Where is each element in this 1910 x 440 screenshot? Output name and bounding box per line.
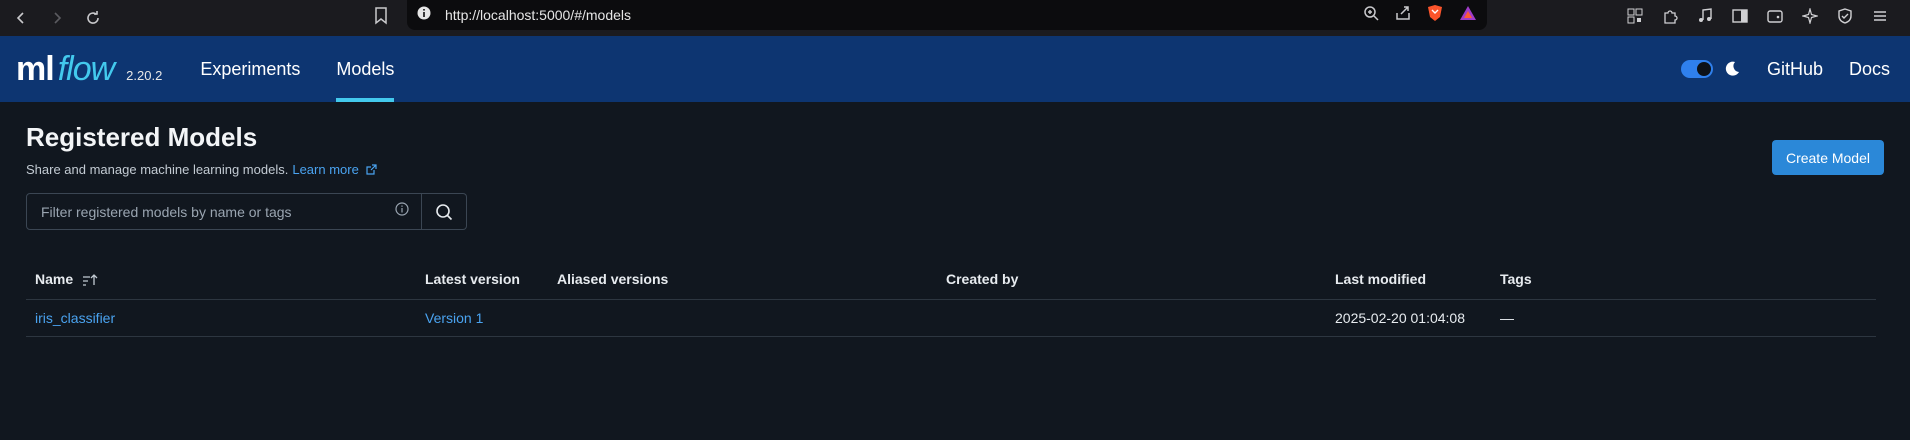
subtitle-text: Share and manage machine learning models…	[26, 162, 289, 177]
brave-shields-icon[interactable]	[1427, 4, 1443, 27]
column-header-latest-version: Latest version	[416, 259, 548, 300]
cell-created-by	[937, 299, 1326, 337]
mlflow-logo[interactable]: ml flow 2.20.2	[0, 50, 162, 89]
url-text: http://localhost:5000/#/models	[445, 7, 632, 23]
page-subtitle: Share and manage machine learning models…	[26, 162, 1884, 177]
learn-more-link[interactable]: Learn more	[292, 162, 378, 177]
logo-ml: ml	[16, 49, 55, 88]
bookmark-icon[interactable]	[374, 7, 388, 30]
address-bar[interactable]: http://localhost:5000/#/models	[407, 0, 1487, 30]
leo-ai-icon[interactable]	[1800, 6, 1820, 26]
search-button[interactable]	[422, 193, 467, 230]
forward-icon[interactable]	[46, 7, 68, 29]
logo-flow: flow	[57, 49, 115, 88]
cell-latest-version: Version 1	[416, 299, 548, 337]
external-link-icon	[366, 164, 378, 175]
search-input[interactable]	[41, 203, 407, 220]
cell-tags: —	[1491, 299, 1876, 337]
dark-mode-toggle[interactable]	[1680, 60, 1713, 78]
docs-link[interactable]: Docs	[1849, 59, 1890, 80]
cell-last-modified: 2025-02-20 01:04:08	[1326, 299, 1491, 337]
back-icon[interactable]	[10, 7, 32, 29]
vpn-shield-icon[interactable]	[1835, 6, 1855, 26]
music-icon[interactable]	[1695, 6, 1715, 26]
info-icon[interactable]	[395, 202, 409, 221]
models-table: Name Latest version Aliased versions Cre…	[26, 259, 1876, 337]
column-header-created-by: Created by	[937, 259, 1326, 300]
search-bar	[26, 193, 467, 230]
menu-icon[interactable]	[1870, 6, 1890, 26]
cell-name: iris_classifier	[26, 299, 416, 337]
app-header: ml flow 2.20.2 Experiments Models GitHub…	[0, 36, 1910, 102]
latest-version-link[interactable]: Version 1	[425, 310, 483, 326]
qr-code-icon[interactable]	[1625, 6, 1645, 26]
column-header-name[interactable]: Name	[26, 259, 416, 300]
wallet-icon[interactable]	[1765, 6, 1785, 26]
sidebar-icon[interactable]	[1730, 6, 1750, 26]
github-link[interactable]: GitHub	[1767, 59, 1823, 80]
version-label: 2.20.2	[126, 67, 163, 83]
main-content: Registered Models Share and manage machi…	[0, 122, 1910, 337]
column-label-name: Name	[35, 270, 74, 287]
search-icon	[436, 203, 453, 220]
table-row: iris_classifier Version 1 2025-02-20 01:…	[26, 299, 1876, 337]
model-name-link[interactable]: iris_classifier	[35, 310, 115, 326]
column-header-last-modified: Last modified	[1326, 259, 1491, 300]
extensions-icon[interactable]	[1660, 6, 1680, 26]
browser-toolbar: http://localhost:5000/#/models	[0, 0, 1910, 36]
brave-rewards-icon[interactable]	[1459, 5, 1477, 26]
share-icon[interactable]	[1395, 5, 1411, 26]
learn-more-label: Learn more	[292, 162, 359, 177]
column-header-tags: Tags	[1491, 259, 1876, 300]
top-nav: Experiments Models	[188, 36, 418, 102]
reload-icon[interactable]	[82, 7, 104, 29]
nav-experiments[interactable]: Experiments	[188, 36, 312, 102]
sort-icon[interactable]	[82, 274, 98, 286]
search-field-wrapper	[26, 193, 422, 230]
page-title: Registered Models	[26, 122, 258, 152]
zoom-icon[interactable]	[1363, 5, 1379, 26]
create-model-button[interactable]: Create Model	[1771, 140, 1884, 175]
nav-models[interactable]: Models	[324, 36, 406, 102]
moon-icon	[1723, 60, 1741, 78]
site-info-icon[interactable]	[417, 6, 431, 25]
table-header-row: Name Latest version Aliased versions Cre…	[26, 259, 1876, 300]
cell-aliased-versions	[548, 299, 937, 337]
column-header-aliased-versions: Aliased versions	[548, 259, 937, 300]
